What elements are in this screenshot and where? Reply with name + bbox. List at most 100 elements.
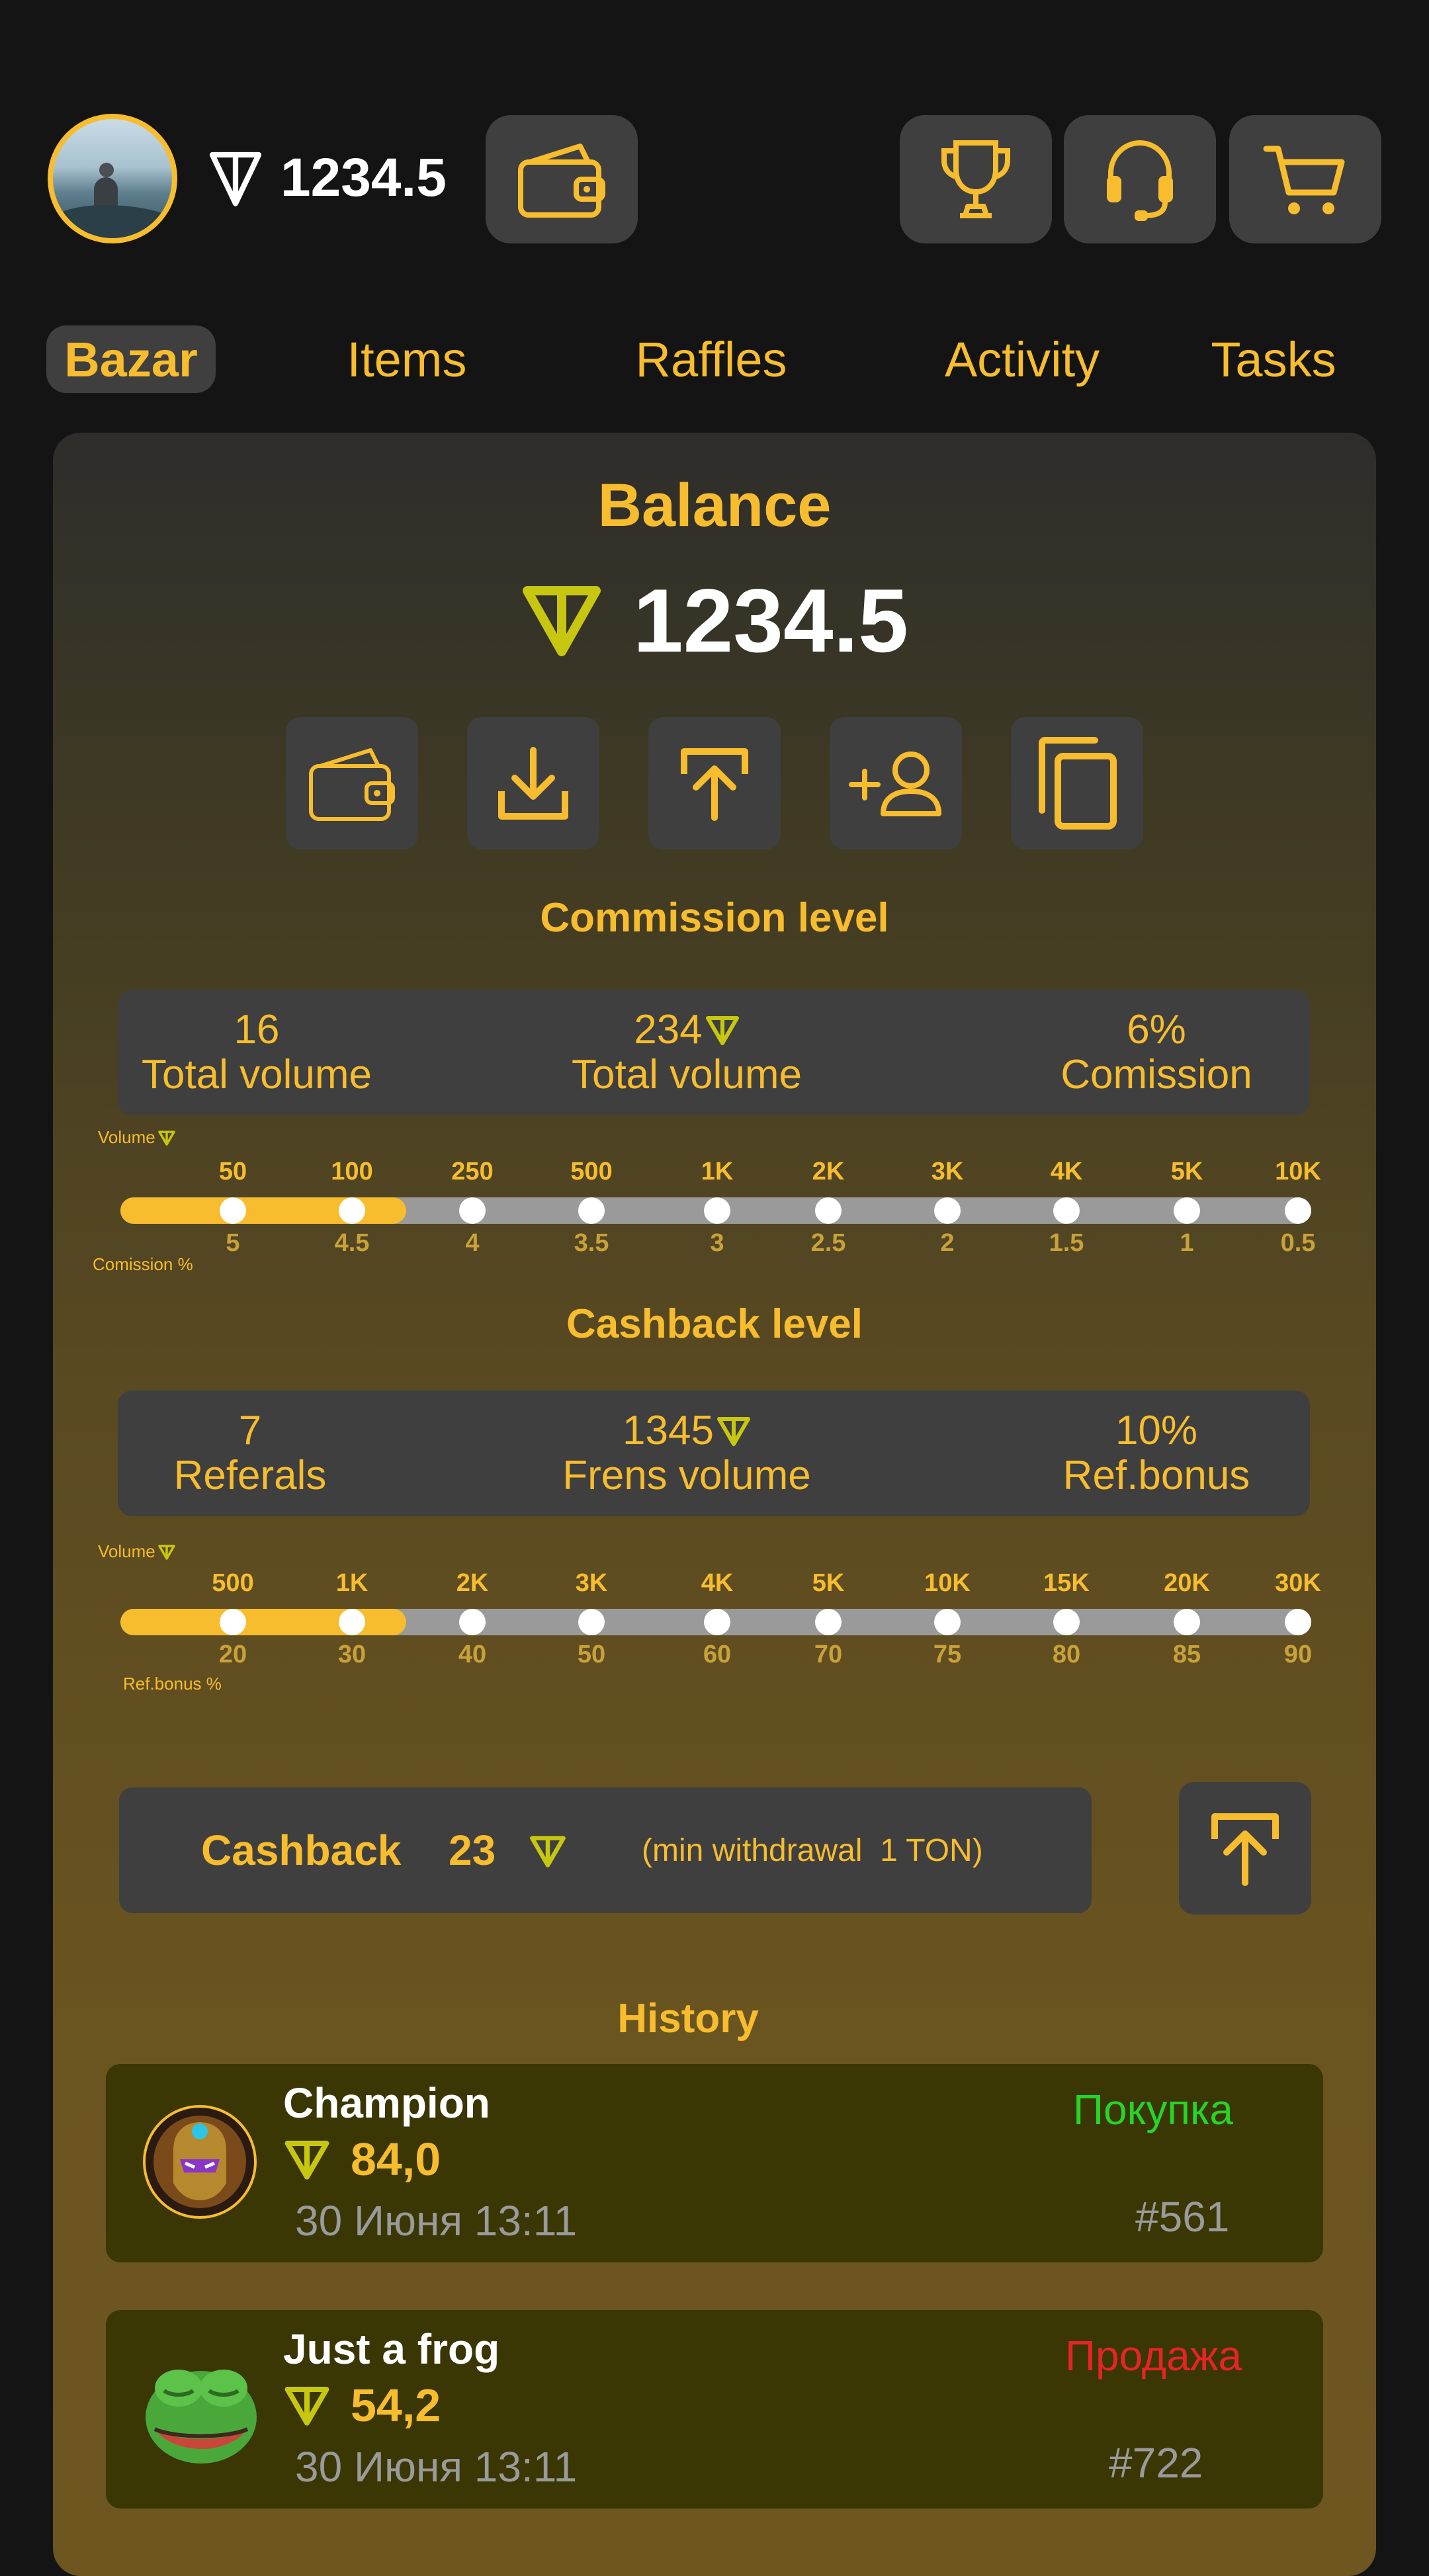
level-rate: 70 <box>814 1641 843 1668</box>
trophy-button[interactable] <box>900 115 1052 243</box>
level-rate: 40 <box>458 1641 487 1668</box>
level-threshold: 3K <box>931 1158 964 1185</box>
level-threshold: 1K <box>701 1158 734 1185</box>
level-threshold: 5K <box>1170 1158 1203 1185</box>
history-item-price: 54,2 <box>283 2379 441 2432</box>
tab-bazar[interactable]: Bazar <box>46 325 216 393</box>
user-avatar[interactable] <box>48 114 177 243</box>
tab-items[interactable]: Items <box>311 325 503 393</box>
stat-ton-volume: 234 Total volume <box>571 1007 802 1097</box>
support-button[interactable] <box>1064 115 1216 243</box>
level-rate: 3.5 <box>574 1229 609 1257</box>
commission-scale: 50 5 100 4.5 250 4 500 3.5 1K 3 2K 2.5 3K 2 4K 1.5 5K 1 10… <box>0 1158 1429 1270</box>
cashback-withdraw-button[interactable] <box>1179 1782 1311 1914</box>
ton-icon <box>284 2141 329 2180</box>
withdraw-button[interactable] <box>648 717 781 849</box>
level-dot <box>815 1609 842 1635</box>
level-threshold: 10K <box>924 1569 971 1597</box>
upload-icon <box>681 748 748 821</box>
level-threshold: 10K <box>1275 1158 1321 1185</box>
level-dot <box>704 1609 730 1635</box>
level-rate: 3 <box>710 1229 724 1257</box>
cashback-bottom-label: Ref.bonus % <box>123 1674 222 1694</box>
cashback-amount: 23 <box>449 1826 496 1874</box>
deposit-button[interactable] <box>467 717 599 849</box>
level-rate: 2 <box>940 1229 955 1257</box>
level-rate: 30 <box>337 1641 367 1668</box>
level-threshold: 3K <box>575 1569 608 1597</box>
ton-icon <box>284 2387 329 2426</box>
level-rate: 4 <box>465 1229 480 1257</box>
header-balance: 1234.5 <box>205 147 447 209</box>
level-rate: 80 <box>1052 1641 1081 1668</box>
history-item-name: Just a frog <box>283 2325 500 2373</box>
level-threshold: 250 <box>451 1158 494 1185</box>
level-rate: 4.5 <box>334 1229 370 1257</box>
history-item[interactable]: Champion 84,0 30 Июня 13:11 Покупка #561 <box>106 2064 1323 2262</box>
history-item-date: 30 Июня 13:11 <box>295 2197 578 2245</box>
tab-tasks[interactable]: Tasks <box>1191 325 1356 393</box>
level-threshold: 2K <box>812 1158 845 1185</box>
level-threshold: 4K <box>1050 1158 1083 1185</box>
balance-amount: 1234.5 <box>0 569 1429 672</box>
tab-activity[interactable]: Activity <box>913 325 1131 393</box>
cashback-stats: 7 Referals 1345 Frens volume 10% Ref.bon… <box>118 1391 1310 1516</box>
commission-title: Commission level <box>540 895 889 941</box>
tab-raffles[interactable]: Raffles <box>609 325 814 393</box>
level-rate: 1.5 <box>1049 1229 1084 1257</box>
level-threshold: 20K <box>1164 1569 1210 1597</box>
balance-value: 1234.5 <box>633 570 908 671</box>
level-threshold: 500 <box>212 1569 254 1597</box>
trophy-icon <box>941 140 1010 218</box>
level-rate: 90 <box>1283 1641 1313 1668</box>
commission-volume-label: Volume <box>98 1127 175 1148</box>
level-threshold: 15K <box>1043 1569 1090 1597</box>
ton-icon <box>157 1130 175 1146</box>
history-item-name: Champion <box>283 2079 490 2127</box>
level-rate: 2.5 <box>810 1229 846 1257</box>
ton-icon <box>209 151 262 206</box>
add-user-icon <box>849 751 941 816</box>
level-dot <box>934 1609 961 1635</box>
ton-icon <box>716 1417 750 1446</box>
ton-icon <box>530 1836 566 1868</box>
history-item-type: Продажа <box>1065 2332 1242 2380</box>
copy-button[interactable] <box>1011 717 1143 849</box>
stat-volume: 16 Total volume <box>141 1007 372 1097</box>
invite-friend-button[interactable] <box>830 717 962 849</box>
ton-icon <box>705 1016 739 1045</box>
level-threshold: 5K <box>812 1569 845 1597</box>
cashback-level-title: Cashback level <box>566 1301 863 1347</box>
cart-button[interactable] <box>1229 115 1381 243</box>
level-dot <box>459 1197 486 1224</box>
wallet-button[interactable] <box>486 115 638 243</box>
level-dot <box>934 1197 961 1224</box>
level-dot <box>704 1197 730 1224</box>
level-dot <box>815 1197 842 1224</box>
history-item-id: #561 <box>1135 2193 1230 2241</box>
level-rate: 5 <box>226 1229 240 1257</box>
level-rate: 75 <box>933 1641 962 1668</box>
level-dot <box>1174 1609 1200 1635</box>
level-threshold: 1K <box>335 1569 368 1597</box>
level-rate: 20 <box>218 1641 247 1668</box>
level-rate: 1 <box>1180 1229 1194 1257</box>
level-threshold: 100 <box>331 1158 373 1185</box>
cashback-note: (min withdrawal 1 TON) <box>642 1832 983 1868</box>
commission-stats: 16 Total volume 234 Total volume 6% Comi… <box>118 990 1310 1115</box>
wallet-action-button[interactable] <box>286 717 418 849</box>
level-dot <box>578 1197 605 1224</box>
copy-icon <box>1039 737 1117 830</box>
level-dot <box>339 1197 365 1224</box>
history-item[interactable]: Just a frog 54,2 30 Июня 13:11 Продажа #… <box>106 2310 1323 2509</box>
level-dot <box>578 1609 605 1635</box>
ton-icon <box>523 586 601 656</box>
header-balance-value: 1234.5 <box>281 148 447 208</box>
history-title: History <box>617 1996 759 2041</box>
upload-icon <box>1211 1813 1279 1886</box>
history-item-type: Покупка <box>1073 2086 1233 2133</box>
cashback-scale: 500 20 1K 30 2K 40 3K 50 4K 60 5K 70 10K 75 15K 80 20K 85… <box>0 1569 1429 1682</box>
history-item-date: 30 Июня 13:11 <box>295 2443 578 2491</box>
stat-commission: 6% Comission <box>1061 1007 1252 1097</box>
level-dot <box>1053 1609 1080 1635</box>
